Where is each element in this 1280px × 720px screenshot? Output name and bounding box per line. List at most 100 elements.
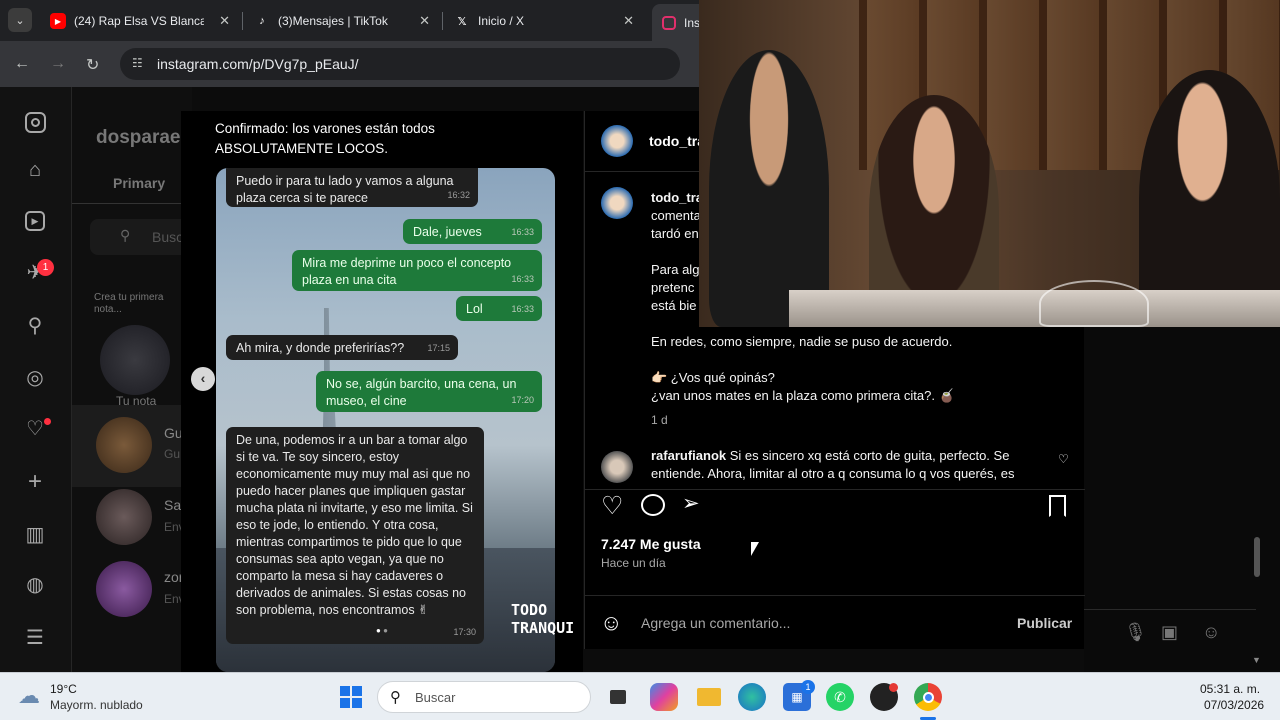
search-input[interactable]: ⚲ Busc (90, 219, 192, 255)
caption-text: En redes, como siempre, nadie se puso de… (651, 334, 953, 349)
file-explorer-icon[interactable] (695, 683, 723, 711)
conversation-name[interactable]: Sa (164, 497, 181, 513)
avatar[interactable] (601, 451, 633, 483)
tab-title: (24) Rap Elsa VS Blancanie (74, 14, 204, 28)
tab-title: Inicio / X (478, 14, 525, 28)
carousel-dots: ● ● (376, 626, 388, 635)
instagram-nav: ⌂ ▶ ✈ 1 ⚲ ◎ ♡ + ▥ ◍ ☰ (0, 87, 72, 672)
likes-count[interactable]: 7.247 Me gusta (601, 536, 701, 552)
forward-arrow-icon[interactable]: → (50, 55, 66, 73)
username-header[interactable]: dosparae (96, 127, 180, 149)
home-icon[interactable]: ⌂ (22, 157, 48, 183)
table (789, 290, 1280, 327)
save-icon[interactable] (1049, 495, 1066, 517)
scrollbar[interactable] (1254, 537, 1260, 577)
caption-text: está bie (651, 298, 697, 313)
comment-like-icon[interactable]: ♡ (1058, 452, 1069, 466)
whatsapp-icon[interactable]: ✆ (826, 683, 854, 711)
activity-dot (44, 418, 51, 425)
weather-temp[interactable]: 19°C (50, 682, 77, 696)
taskbar-search[interactable]: ⚲ Buscar (377, 681, 591, 713)
menu-icon[interactable]: ☰ (22, 624, 48, 650)
windows-taskbar: ☁ 19°C Mayorm. nublado ⚲ Buscar ▦ 1 ✆ 05… (0, 672, 1280, 720)
instagram-logo-icon[interactable] (22, 109, 48, 135)
profile-icon[interactable]: ◍ (22, 571, 48, 597)
chevron-left-icon: ‹ (200, 370, 206, 386)
scroll-down-icon[interactable]: ▼ (1252, 655, 1261, 665)
weather-desc: Mayorm. nublado (50, 698, 143, 712)
search-icon[interactable]: ⚲ (22, 312, 48, 338)
close-icon[interactable]: ✕ (623, 13, 634, 29)
reload-icon[interactable]: ↻ (86, 55, 99, 75)
avatar[interactable] (601, 187, 633, 219)
chat-message: De una, podemos ir a un bar a tomar algo… (226, 427, 484, 644)
chat-message: Ah mira, y donde preferirías?? 17:15 (226, 335, 458, 360)
watermark-logo: TODO TRANQUI (511, 601, 575, 637)
mouse-cursor-icon (751, 542, 764, 556)
post-media: Confirmado: los varones están todos ABSO… (181, 111, 583, 672)
close-icon[interactable]: ✕ (419, 13, 430, 29)
tab-search-button[interactable]: ⌄ (8, 8, 32, 32)
sticker-icon[interactable]: ☺ (1202, 622, 1220, 643)
site-info-icon[interactable]: ☷ (132, 56, 143, 70)
create-icon[interactable]: + (22, 468, 48, 495)
emoji-icon[interactable]: ☺ (600, 610, 622, 636)
chat-message: Puedo ir para tu lado y vamos a alguna p… (226, 168, 478, 207)
chevron-down-icon: ⌄ (15, 14, 25, 27)
note-bubble[interactable]: Crea tu primera nota... (94, 292, 176, 316)
tab-tiktok[interactable]: ♪ (3)Mensajes | TikTok ✕ (244, 6, 440, 36)
chat-message: No se, algún barcito, una cena, un museo… (316, 371, 542, 412)
tiktok-icon: ♪ (259, 15, 265, 27)
share-icon[interactable]: ➢ (682, 491, 700, 516)
webcam-video-overlay (699, 0, 1280, 327)
tab-x[interactable]: 𝕏 Inicio / X ✕ (444, 6, 644, 36)
previous-button[interactable]: ‹ (191, 367, 215, 391)
reels-icon[interactable]: ▶ (22, 208, 48, 234)
message-time: 16:33 (511, 274, 534, 284)
url-text: instagram.com/p/DVg7p_pEauJ/ (157, 56, 359, 72)
task-view-icon[interactable] (604, 683, 632, 711)
chat-message: Mira me deprime un poco el concepto plaz… (292, 250, 542, 291)
close-icon[interactable]: ✕ (219, 13, 230, 29)
search-label: Buscar (415, 690, 456, 705)
chat-message: Lol 16:33 (456, 296, 542, 321)
chrome-icon[interactable] (914, 683, 942, 711)
tab-youtube[interactable]: ▶ (24) Rap Elsa VS Blancanie ✕ (40, 6, 240, 36)
caption-text: Para alg (651, 262, 700, 277)
caption-text: tardó en (651, 226, 699, 241)
copilot-icon[interactable] (650, 683, 678, 711)
caption-text: comenta (651, 208, 701, 223)
caption-author[interactable]: todo_tra (651, 189, 703, 207)
explore-icon[interactable]: ◎ (22, 364, 48, 390)
direct-messages-panel: dosparae Primary ⚲ Busc Crea tu primera … (72, 87, 192, 672)
caption-time: 1 d (651, 413, 668, 427)
post-author[interactable]: todo_tra (649, 133, 705, 149)
avatar (96, 417, 152, 473)
avatar[interactable] (601, 125, 633, 157)
weather-icon[interactable]: ☁ (18, 683, 40, 709)
edge-icon[interactable] (738, 683, 766, 711)
post-date: Hace un día (601, 556, 666, 570)
microphone-icon[interactable]: 🎙 (1124, 622, 1147, 643)
tab-primary[interactable]: Primary (113, 175, 165, 191)
message-time: 16:33 (511, 227, 534, 237)
comment-icon[interactable] (641, 494, 665, 516)
back-arrow-icon[interactable]: ← (14, 55, 30, 73)
tab-title: (3)Mensajes | TikTok (278, 14, 388, 28)
person (1139, 70, 1280, 327)
image-icon[interactable]: ▣ (1161, 622, 1178, 643)
add-comment-input[interactable]: Agrega un comentario... (641, 615, 790, 631)
start-button[interactable] (337, 683, 365, 711)
post-image-caption: Confirmado: los varones están todos ABSO… (215, 121, 435, 156)
message-time: 17:15 (427, 343, 450, 353)
note-avatar[interactable] (100, 325, 170, 395)
glass (1039, 280, 1149, 327)
address-bar[interactable]: ☷ instagram.com/p/DVg7p_pEauJ/ (120, 48, 680, 80)
like-icon[interactable]: ♡ (601, 491, 623, 521)
windows-icon (340, 686, 362, 708)
clock-time[interactable]: 05:31 a. m. (1200, 682, 1260, 696)
dashboard-icon[interactable]: ▥ (22, 521, 48, 547)
publish-button[interactable]: Publicar (1017, 615, 1072, 631)
comment-user[interactable]: rafarufianok (651, 448, 726, 463)
clock-date[interactable]: 07/03/2026 (1204, 698, 1264, 712)
